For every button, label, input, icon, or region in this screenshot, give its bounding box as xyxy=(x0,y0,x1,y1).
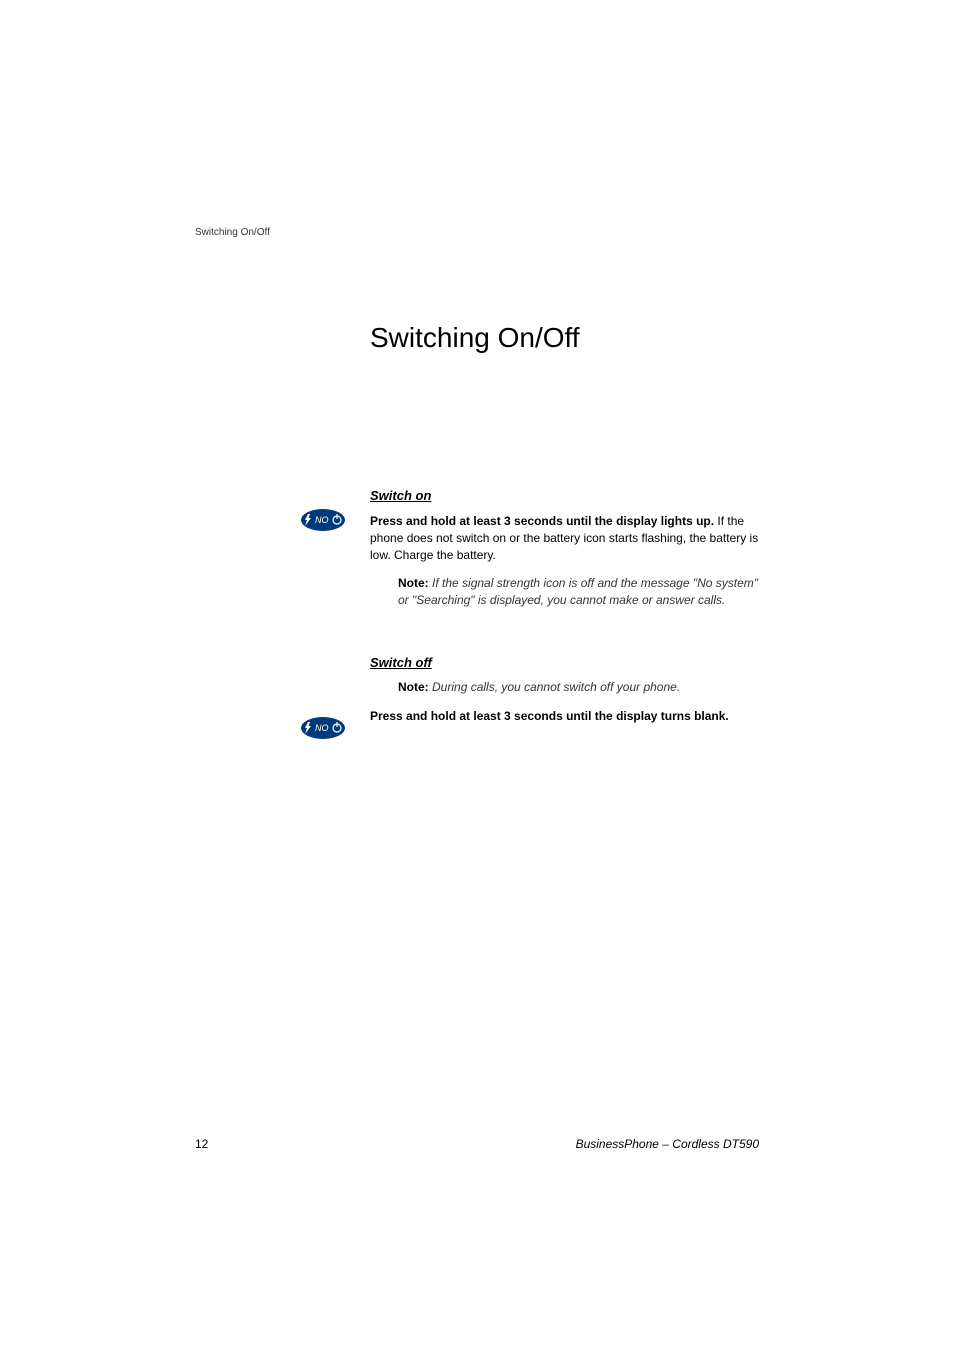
switch-on-section: Switch on Press and hold at least 3 seco… xyxy=(370,488,770,609)
footer-document-title: BusinessPhone – Cordless DT590 xyxy=(576,1137,759,1151)
note-label: Note: xyxy=(398,680,429,694)
page-number: 12 xyxy=(195,1137,208,1151)
icon-label: NO xyxy=(315,515,329,525)
header-section-label: Switching On/Off xyxy=(195,227,270,238)
switch-on-note: Note: If the signal strength icon is off… xyxy=(398,575,770,609)
switch-on-note-text: If the signal strength icon is off and t… xyxy=(398,576,758,607)
no-power-button-icon: NO xyxy=(300,716,346,740)
switch-on-body: Press and hold at least 3 seconds until … xyxy=(370,513,770,563)
page-title: Switching On/Off xyxy=(370,322,580,354)
note-label: Note: xyxy=(398,576,429,590)
switch-off-note-text: During calls, you cannot switch off your… xyxy=(432,680,680,694)
switch-off-section: Switch off Note: During calls, you canno… xyxy=(370,655,770,725)
switch-on-bold-line: Press and hold at least 3 seconds until … xyxy=(370,514,714,528)
no-power-button-icon: NO xyxy=(300,508,346,532)
switch-off-instruction: Press and hold at least 3 seconds until … xyxy=(370,708,770,725)
switch-off-heading: Switch off xyxy=(370,655,770,670)
switch-off-note: Note: During calls, you cannot switch of… xyxy=(398,680,770,694)
switch-on-heading: Switch on xyxy=(370,488,770,503)
icon-label: NO xyxy=(315,723,329,733)
